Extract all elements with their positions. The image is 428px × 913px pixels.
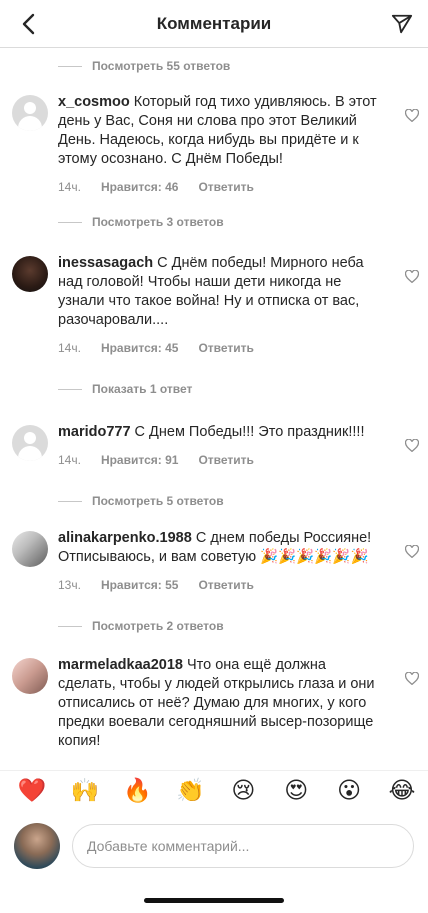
emoji-laughing-button[interactable]: 😂 (386, 776, 418, 806)
comment-likes[interactable]: Нравится: 55 (101, 578, 179, 592)
view-replies-link[interactable]: Посмотреть 5 ответов (0, 485, 428, 517)
avatar[interactable] (12, 658, 48, 694)
comment-text: С Днем Победы!!! Это праздник!!!! (134, 424, 365, 440)
comment-time: 13ч. (58, 578, 81, 592)
comment-time: 14ч. (58, 341, 81, 355)
emoji-crying-button[interactable]: 😢 (227, 776, 259, 806)
avatar[interactable] (12, 425, 48, 461)
reply-button[interactable]: Ответить (198, 578, 253, 592)
page-title: Комментарии (156, 13, 272, 33)
view-replies-link[interactable]: Посмотреть 2 ответов (0, 610, 428, 642)
chevron-left-icon (22, 13, 35, 35)
comment-likes[interactable]: Нравится: 91 (101, 453, 179, 467)
view-replies-label: Показать 1 ответ (92, 382, 193, 396)
view-replies-label: Посмотреть 5 ответов (92, 494, 224, 508)
current-user-avatar (14, 823, 60, 869)
reply-button[interactable]: Ответить (198, 341, 253, 355)
comment-item: marido777 С Днем Победы!!! Это праздник!!… (0, 423, 428, 469)
comment-username[interactable]: marido777 (58, 424, 131, 440)
view-replies-label: Посмотреть 55 ответов (92, 59, 231, 73)
paper-plane-icon (391, 14, 413, 34)
emoji-clapping-button[interactable]: 👏 (175, 776, 207, 806)
comment-username[interactable]: inessasagach (58, 255, 153, 271)
divider-line (58, 500, 82, 502)
like-heart-icon[interactable] (404, 268, 420, 284)
reply-button[interactable]: Ответить (198, 453, 253, 467)
view-replies-link[interactable]: Посмотреть 55 ответов (0, 50, 428, 82)
comment-meta: 13ч. Нравится: 55 Ответить (58, 576, 384, 594)
reply-button[interactable]: Ответить (198, 180, 253, 194)
comment-meta: 14ч. Нравится: 45 Ответить (58, 339, 384, 357)
emoji-heart-eyes-button[interactable]: 😍 (280, 776, 312, 806)
emoji-fire-button[interactable]: 🔥 (122, 776, 154, 806)
emoji-surprised-button[interactable]: 😮 (333, 776, 365, 806)
header-bar: Комментарии (0, 0, 428, 48)
comments-list[interactable]: Посмотреть 55 ответов x_cosmoo Который го… (0, 48, 428, 760)
comment-username[interactable]: x_cosmoo (58, 94, 130, 110)
comment-time: 14ч. (58, 453, 81, 467)
view-replies-link[interactable]: Показать 1 ответ (0, 373, 428, 405)
avatar[interactable] (12, 531, 48, 567)
like-heart-icon[interactable] (404, 670, 420, 686)
comment-item: marmeladkaa2018 Что она ещё должна сделат… (0, 656, 428, 751)
comment-username[interactable]: alinakarpenko.1988 (58, 530, 192, 546)
comment-meta: 14ч. Нравится: 46 Ответить (58, 178, 384, 196)
view-replies-link[interactable]: Посмотреть 3 ответов (0, 206, 428, 238)
like-heart-icon[interactable] (404, 543, 420, 559)
emoji-raised-hands-button[interactable]: 🙌 (69, 776, 101, 806)
comment-item: x_cosmoo Который год тихо удивляюсь. В эт… (0, 93, 428, 196)
home-indicator[interactable] (144, 898, 284, 903)
avatar[interactable] (12, 95, 48, 131)
back-button[interactable] (12, 8, 44, 40)
like-heart-icon[interactable] (404, 437, 420, 453)
divider-line (58, 388, 82, 390)
view-replies-label: Посмотреть 3 ответов (92, 215, 224, 229)
send-button[interactable] (386, 8, 418, 40)
comment-time: 14ч. (58, 180, 81, 194)
quick-emoji-bar: ❤️ 🙌 🔥 👏 😢 😍 😮 😂 (0, 770, 428, 810)
comment-username[interactable]: marmeladkaa2018 (58, 657, 183, 673)
comment-item: alinakarpenko.1988 С днем победы Россияне… (0, 529, 428, 594)
like-heart-icon[interactable] (404, 107, 420, 123)
comment-meta: 14ч. Нравится: 91 Ответить (58, 451, 384, 469)
view-replies-label: Посмотреть 2 ответов (92, 619, 224, 633)
avatar[interactable] (12, 256, 48, 292)
comment-likes[interactable]: Нравится: 45 (101, 341, 179, 355)
divider-line (58, 625, 82, 627)
comment-input[interactable]: Добавьте комментарий... (72, 824, 414, 868)
divider-line (58, 221, 82, 223)
comment-likes[interactable]: Нравится: 46 (101, 180, 179, 194)
emoji-heart-button[interactable]: ❤️ (16, 776, 48, 806)
divider-line (58, 65, 82, 67)
comment-item: inessasagach С Днём победы! Мирного неба … (0, 254, 428, 357)
comment-compose: Добавьте комментарий... (0, 820, 428, 872)
